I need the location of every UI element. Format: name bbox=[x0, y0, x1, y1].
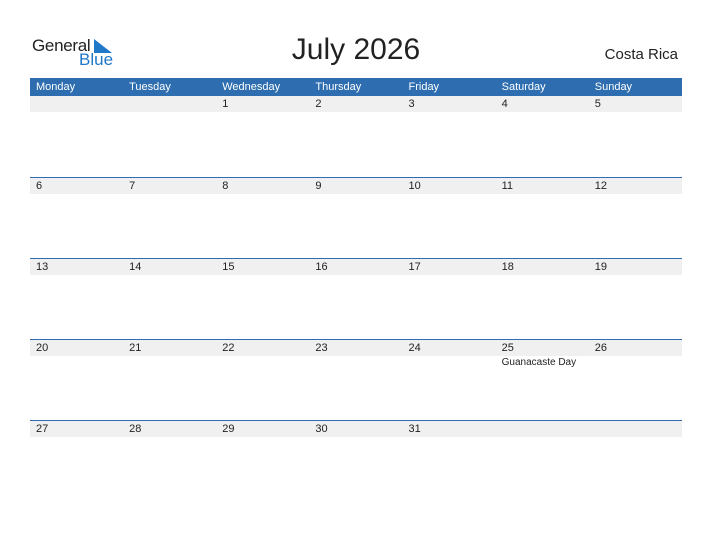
date-row: 20 21 22 23 24 25 26 bbox=[30, 340, 682, 356]
holiday-label bbox=[309, 275, 402, 276]
day-number: 25 bbox=[501, 342, 514, 354]
holiday-label bbox=[589, 112, 682, 113]
holiday-label bbox=[123, 356, 216, 369]
week-row: 27 28 29 30 31 bbox=[30, 420, 682, 501]
day-number: 5 bbox=[594, 98, 601, 110]
holiday-label bbox=[309, 112, 402, 113]
day-number: 22 bbox=[222, 342, 235, 354]
holiday-label bbox=[589, 356, 682, 369]
day-number: 31 bbox=[408, 423, 421, 435]
day-number: 18 bbox=[501, 261, 514, 273]
date-row: 27 28 29 30 31 bbox=[30, 421, 682, 437]
weekday-monday: Monday bbox=[36, 81, 76, 93]
holiday-label bbox=[216, 112, 309, 113]
date-row: 6 7 8 9 10 11 12 bbox=[30, 178, 682, 194]
holiday-label bbox=[403, 356, 496, 369]
day-number bbox=[496, 421, 589, 437]
weekday-sunday: Sunday bbox=[594, 81, 633, 93]
day-number: 15 bbox=[222, 261, 235, 273]
holiday-label bbox=[216, 194, 309, 195]
day-number: 11 bbox=[501, 180, 514, 192]
holiday-label bbox=[30, 194, 123, 195]
day-number: 8 bbox=[222, 180, 229, 192]
week-row: 6 7 8 9 10 11 12 bbox=[30, 177, 682, 258]
events-row bbox=[30, 437, 682, 438]
day-number bbox=[123, 96, 216, 112]
holiday-label bbox=[496, 112, 589, 113]
holiday-label bbox=[216, 356, 309, 369]
week-row: 1 2 3 4 5 bbox=[30, 96, 682, 177]
holiday-label bbox=[496, 194, 589, 195]
holiday-label bbox=[496, 275, 589, 276]
day-number: 24 bbox=[408, 342, 421, 354]
holiday-label bbox=[216, 437, 309, 438]
holiday-label bbox=[123, 437, 216, 438]
holiday-label bbox=[30, 356, 123, 369]
day-number: 17 bbox=[408, 261, 421, 273]
weekday-thursday: Thursday bbox=[315, 81, 362, 93]
day-number: 16 bbox=[315, 261, 328, 273]
holiday-label bbox=[403, 275, 496, 276]
holiday-label bbox=[123, 275, 216, 276]
day-number: 10 bbox=[408, 180, 421, 192]
events-row bbox=[30, 275, 682, 276]
holiday-label bbox=[403, 437, 496, 438]
holiday-label bbox=[123, 194, 216, 195]
day-number: 19 bbox=[594, 261, 607, 273]
holiday-label bbox=[216, 275, 309, 276]
day-number: 2 bbox=[315, 98, 322, 110]
weekday-header: Monday Tuesday Wednesday Thursday Friday… bbox=[30, 78, 682, 96]
day-number: 12 bbox=[594, 180, 607, 192]
events-row bbox=[30, 112, 682, 113]
holiday-label bbox=[309, 437, 402, 438]
holiday-label bbox=[123, 112, 216, 113]
day-number bbox=[30, 96, 123, 112]
holiday-label bbox=[30, 275, 123, 276]
country-label: Costa Rica bbox=[604, 46, 678, 63]
day-number: 14 bbox=[129, 261, 142, 273]
day-number: 30 bbox=[315, 423, 328, 435]
holiday-label bbox=[496, 437, 589, 438]
week-row: 13 14 15 16 17 18 19 bbox=[30, 258, 682, 339]
holiday-label bbox=[309, 356, 402, 369]
week-row: 20 21 22 23 24 25 26 Guanacaste Day bbox=[30, 339, 682, 420]
date-row: 13 14 15 16 17 18 19 bbox=[30, 259, 682, 275]
weekday-tuesday: Tuesday bbox=[129, 81, 171, 93]
holiday-label bbox=[30, 112, 123, 113]
events-row bbox=[30, 194, 682, 195]
holiday-label bbox=[589, 275, 682, 276]
day-number: 26 bbox=[594, 342, 607, 354]
holiday-label bbox=[30, 437, 123, 438]
day-number: 1 bbox=[222, 98, 229, 110]
day-number: 21 bbox=[129, 342, 142, 354]
holiday-label bbox=[589, 437, 682, 438]
weekday-friday: Friday bbox=[408, 81, 440, 93]
events-row: Guanacaste Day bbox=[30, 356, 682, 369]
day-number bbox=[589, 421, 682, 437]
day-number: 29 bbox=[222, 423, 235, 435]
day-number: 9 bbox=[315, 180, 322, 192]
day-number: 13 bbox=[36, 261, 49, 273]
date-row: 1 2 3 4 5 bbox=[30, 96, 682, 112]
day-number: 28 bbox=[129, 423, 142, 435]
day-number: 27 bbox=[36, 423, 49, 435]
day-number: 23 bbox=[315, 342, 328, 354]
day-number: 7 bbox=[129, 180, 136, 192]
weekday-wednesday: Wednesday bbox=[222, 81, 281, 93]
day-number: 20 bbox=[36, 342, 49, 354]
weekday-saturday: Saturday bbox=[501, 81, 546, 93]
holiday-label: Guanacaste Day bbox=[501, 357, 577, 368]
calendar-grid: Monday Tuesday Wednesday Thursday Friday… bbox=[30, 78, 682, 501]
day-number: 4 bbox=[501, 98, 508, 110]
day-number: 6 bbox=[36, 180, 43, 192]
holiday-label bbox=[309, 194, 402, 195]
holiday-label bbox=[403, 194, 496, 195]
holiday-label bbox=[589, 194, 682, 195]
holiday-label bbox=[403, 112, 496, 113]
day-number: 3 bbox=[408, 98, 415, 110]
